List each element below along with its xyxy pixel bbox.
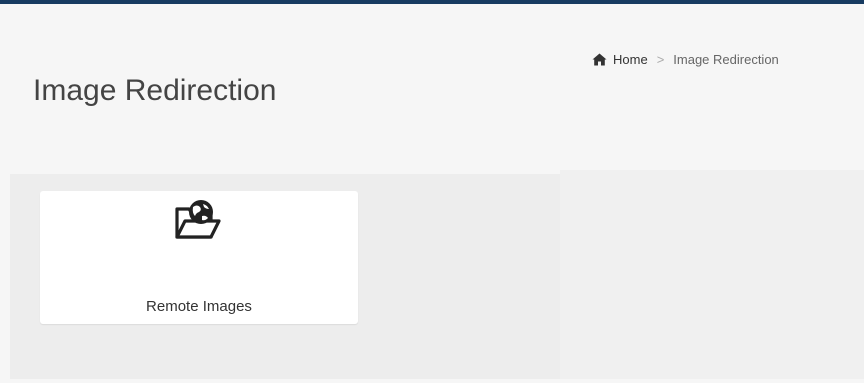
breadcrumb-home-link[interactable]: Home — [592, 52, 648, 67]
breadcrumb-current: Image Redirection — [673, 52, 779, 67]
page-header: Image Redirection Home > Image Redirecti… — [0, 4, 864, 174]
folder-globe-icon — [171, 195, 225, 245]
remote-images-tile[interactable]: Remote Images — [40, 191, 358, 324]
home-icon — [592, 53, 607, 66]
tile-label: Remote Images — [146, 298, 252, 315]
content-panel-shade — [560, 170, 864, 379]
breadcrumb-separator: > — [656, 52, 665, 67]
breadcrumb: Home > Image Redirection — [592, 52, 779, 67]
page-title: Image Redirection — [33, 74, 277, 107]
breadcrumb-home-label: Home — [613, 52, 648, 67]
